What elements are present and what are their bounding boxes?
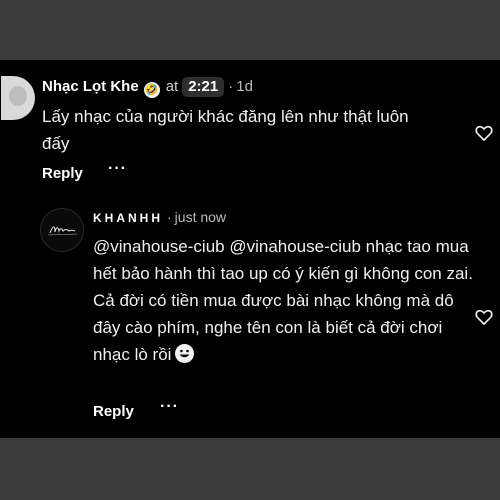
comment-text-body: @vinahouse-ciub @vinahouse-ciub nhạc tao… xyxy=(93,237,473,364)
signature-logo-icon xyxy=(47,226,78,236)
separator: · xyxy=(228,78,234,95)
comment-text: @vinahouse-ciub @vinahouse-ciub nhạc tao… xyxy=(93,233,473,368)
comment-header: Nhạc Lọt Khe 🤣 at 2:21 · 1d xyxy=(42,77,253,98)
comment-header: KHANHH · just now xyxy=(93,208,226,227)
at-label: at xyxy=(165,78,179,95)
username[interactable]: KHANHH xyxy=(93,211,163,225)
username[interactable]: Nhạc Lọt Khe xyxy=(42,78,139,95)
comment-age: just now xyxy=(174,209,227,225)
reply-button[interactable]: Reply xyxy=(93,403,134,420)
avatar[interactable] xyxy=(40,208,84,252)
heart-icon[interactable] xyxy=(474,123,494,143)
separator: · xyxy=(167,209,172,225)
comment-age: 1d xyxy=(236,78,253,95)
grinning-face-icon xyxy=(175,344,195,363)
heart-icon[interactable] xyxy=(474,307,494,327)
bottom-background xyxy=(0,438,500,500)
rofl-emoji-icon: 🤣 xyxy=(143,82,160,98)
more-options-button[interactable]: ··· xyxy=(160,398,179,416)
reply-button[interactable]: Reply xyxy=(42,165,83,182)
comment-text: Lấy nhạc của người khác đăng lên như thậ… xyxy=(42,107,409,153)
more-options-button[interactable]: ··· xyxy=(108,160,127,178)
top-background xyxy=(0,0,500,60)
timestamp-link[interactable]: 2:21 xyxy=(182,77,225,97)
